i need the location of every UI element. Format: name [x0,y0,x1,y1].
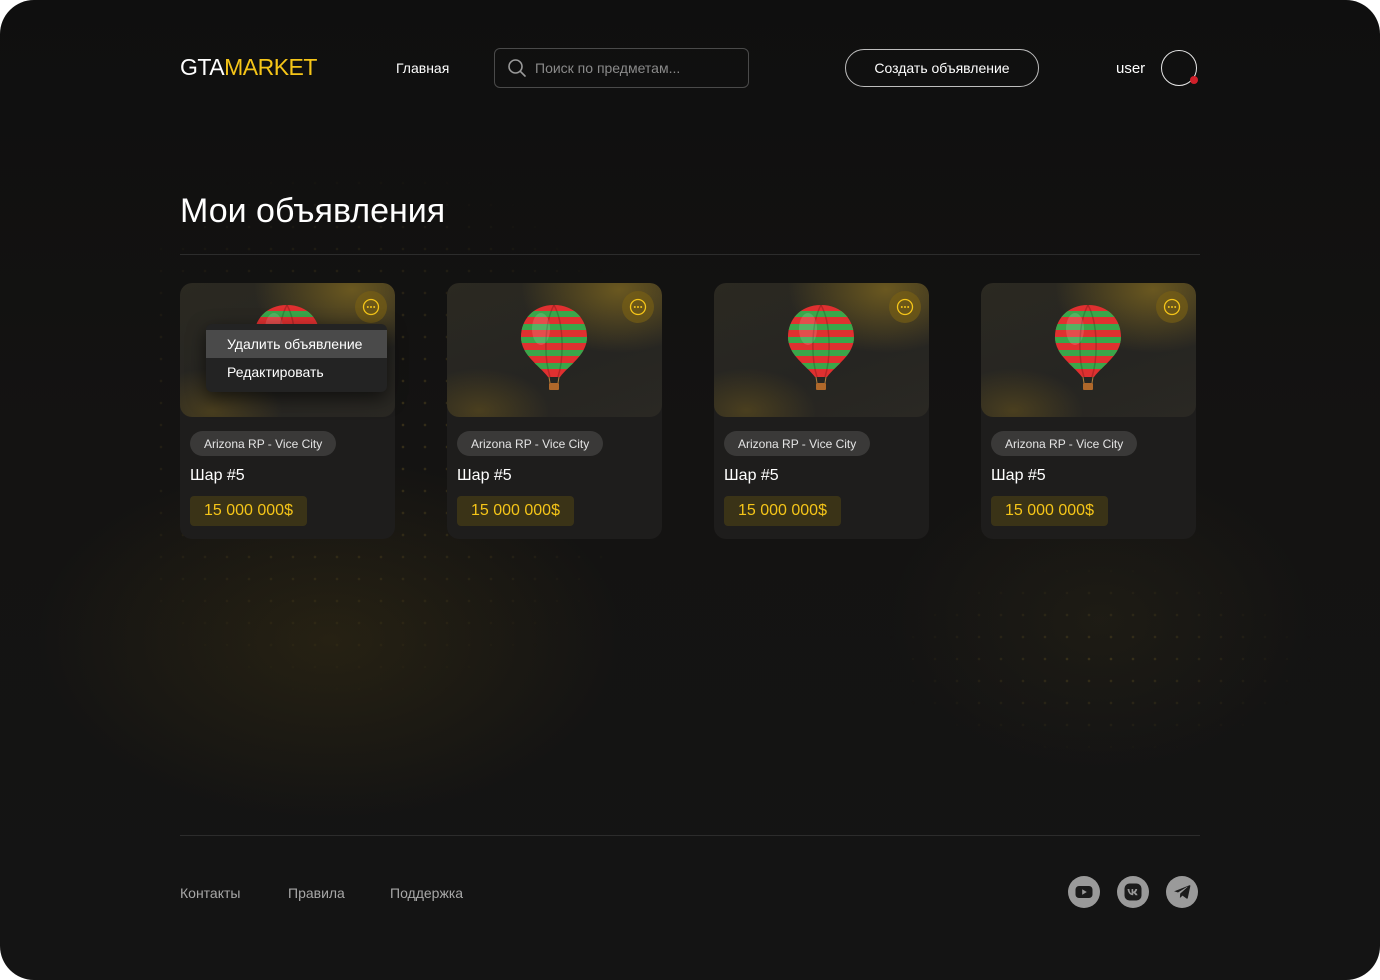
nav-home-link[interactable]: Главная [396,60,449,76]
server-tag: Arizona RP - Vice City [724,431,871,456]
vk-icon [1124,883,1142,901]
search-box[interactable] [494,48,749,88]
more-icon [1163,298,1181,316]
telegram-button[interactable] [1166,876,1198,908]
server-tag: Arizona RP - Vice City [991,431,1138,456]
server-tag: Arizona RP - Vice City [190,431,337,456]
more-icon [896,298,914,316]
create-listing-button[interactable]: Создать объявление [845,49,1039,87]
more-options-button[interactable] [622,291,654,323]
search-icon [508,59,526,77]
listing-card[interactable]: Arizona RP - Vice City Шар #5 15 000 000… [714,283,929,539]
username-label[interactable]: user [1116,60,1145,77]
listing-name: Шар #5 [457,467,512,484]
divider [180,835,1200,836]
footer-link-support[interactable]: Поддержка [390,885,463,901]
more-icon [362,298,380,316]
delete-listing-menu-item[interactable]: Удалить объявление [206,330,387,358]
footer-link-rules[interactable]: Правила [288,885,345,901]
listing-name: Шар #5 [190,467,245,484]
edit-listing-menu-item[interactable]: Редактировать [206,358,387,386]
dot-pattern [880,560,1320,760]
vk-button[interactable] [1117,876,1149,908]
youtube-icon [1075,886,1093,898]
youtube-button[interactable] [1068,876,1100,908]
listing-card[interactable]: Arizona RP - Vice City Шар #5 15 000 000… [180,283,395,539]
listing-card[interactable]: Arizona RP - Vice City Шар #5 15 000 000… [981,283,1196,539]
listing-price: 15 000 000$ [457,496,574,526]
balloon-icon [788,305,854,390]
logo[interactable]: GTAMARKET [180,54,317,81]
balloon-icon [521,305,587,390]
more-options-button[interactable] [889,291,921,323]
more-options-button[interactable] [355,291,387,323]
logo-text-gta: GTA [180,54,225,80]
listing-price: 15 000 000$ [190,496,307,526]
server-tag: Arizona RP - Vice City [457,431,604,456]
app-frame: GTAMARKET Главная Создать объявление use… [0,0,1380,980]
listing-price: 15 000 000$ [991,496,1108,526]
listing-card[interactable]: Arizona RP - Vice City Шар #5 15 000 000… [447,283,662,539]
logo-text-market: MARKET [224,54,317,80]
more-icon [629,298,647,316]
listing-name: Шар #5 [724,467,779,484]
listing-name: Шар #5 [991,467,1046,484]
footer-link-contacts[interactable]: Контакты [180,885,240,901]
telegram-icon [1174,885,1191,899]
listing-price: 15 000 000$ [724,496,841,526]
search-input[interactable] [535,60,735,76]
more-options-button[interactable] [1156,291,1188,323]
balloon-icon [1055,305,1121,390]
context-menu: Удалить объявление Редактировать [206,324,387,392]
divider [180,254,1200,255]
notification-dot [1190,76,1198,84]
avatar[interactable] [1161,50,1198,86]
page-title: Мои объявления [180,192,446,230]
